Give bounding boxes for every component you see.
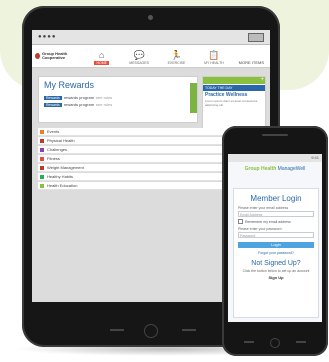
login-card: Member Login Please enter your email add… [233, 188, 319, 318]
nav-my-health[interactable]: 📋 MY HEALTH [195, 45, 232, 67]
logo-text: Group Health Cooperative [41, 50, 68, 60]
reward-text: rewards program [63, 102, 95, 107]
category-label: Physical Health [47, 138, 75, 143]
back-button-icon[interactable] [244, 341, 254, 343]
menu-button-icon[interactable] [296, 341, 306, 343]
plus-icon[interactable]: + [260, 77, 264, 84]
reward-link[interactable]: see rules [96, 95, 112, 100]
nav-home[interactable]: ⌂ HOME [83, 45, 120, 67]
login-button[interactable]: Login [238, 242, 314, 248]
nav-label: HOME [94, 61, 109, 65]
panel-header: + [203, 77, 265, 84]
category-swatch-icon [40, 174, 44, 179]
green-side-tab[interactable] [190, 83, 197, 113]
category-swatch-icon [40, 129, 44, 134]
category-label: Healthy Habits [47, 174, 74, 179]
panel-description: Lorem ipsum dolor sit amet consectetur a… [205, 99, 258, 107]
category-label: Weight Management [47, 165, 84, 170]
category-item[interactable]: Events [38, 128, 236, 136]
menu-button-icon[interactable] [182, 329, 196, 331]
category-item[interactable]: Fitness [38, 155, 236, 163]
reward-row[interactable]: Rewards rewards program see rules [44, 95, 112, 100]
nav-messages[interactable]: 💬 MESSAGES [120, 45, 157, 67]
reward-link[interactable]: see rules [96, 102, 112, 107]
logo-mark-icon [35, 53, 40, 59]
home-button[interactable] [270, 338, 280, 348]
category-swatch-icon [40, 138, 44, 143]
phone-status-bar: 9:41 [228, 154, 322, 162]
category-swatch-icon [40, 183, 44, 188]
logo-brand: Group Health [244, 166, 277, 172]
camera-dot [148, 15, 153, 20]
back-button-icon[interactable] [110, 329, 124, 331]
signup-button[interactable]: Sign Up [234, 275, 318, 280]
category-swatch-icon [40, 156, 44, 161]
nav-label: EXERCISE [167, 61, 186, 65]
phone-logo: Group Health ManageWell [228, 166, 322, 172]
category-item[interactable]: Weight Management [38, 164, 236, 172]
remember-checkbox[interactable]: Remember my email address [238, 219, 314, 224]
signup-note: Click the button below to set up an acco… [242, 269, 310, 273]
email-label: Please enter your email address [238, 206, 289, 210]
reward-row[interactable]: Rewards rewards program see rules [44, 102, 112, 107]
signal-dots: ●●●● [38, 34, 57, 40]
home-icon: ⌂ [98, 50, 105, 60]
phone-screen: 9:41 Group Health ManageWell Member Logi… [228, 154, 322, 322]
category-label: Events [47, 129, 60, 134]
rewards-panel: My Rewards Rewards rewards program see r… [38, 76, 198, 123]
email-field[interactable]: Email Address [238, 211, 314, 217]
reward-pill: Rewards [44, 95, 62, 100]
password-label: Please enter your password [238, 227, 282, 231]
logo-suffix: ManageWell [277, 166, 306, 172]
reward-pill: Rewards [44, 102, 62, 107]
checkbox-icon[interactable] [238, 219, 243, 224]
tablet-status-bar: ●●●● [32, 30, 270, 45]
password-field[interactable]: Password [238, 232, 314, 238]
remember-label: Remember my email address [245, 219, 291, 224]
nav-label: MORE ITEMS [238, 60, 264, 65]
category-item[interactable]: Challenges [38, 146, 236, 154]
reward-text: rewards program [63, 95, 95, 100]
not-signed-up-heading: Not Signed Up? [251, 260, 301, 267]
category-item[interactable]: Physical Health [38, 137, 236, 145]
tablet-nav-bar: Group Health Cooperative ⌂ HOME 💬 MESSAG… [32, 45, 270, 68]
category-swatch-icon [40, 147, 44, 152]
category-list: Events Physical Health Challenges Fitness We… [38, 128, 236, 191]
home-button[interactable] [144, 324, 158, 338]
forgot-password-link[interactable]: Forgot your password? [234, 251, 318, 255]
login-title: Member Login [250, 194, 302, 203]
rewards-title: My Rewards [44, 80, 95, 90]
nav-label: MESSAGES [129, 61, 149, 65]
category-item[interactable]: Healthy Habits [38, 173, 236, 181]
category-label: Fitness [47, 156, 60, 161]
category-label: Health Education [47, 183, 78, 188]
nav-exercise[interactable]: 🏃 EXERCISE [158, 45, 195, 67]
category-swatch-icon [40, 165, 44, 170]
category-label: Challenges [47, 147, 68, 152]
brand-logo[interactable]: Group Health Cooperative [32, 45, 83, 67]
phone-device: 9:41 Group Health ManageWell Member Logi… [222, 126, 328, 356]
nav-label: MY HEALTH [204, 61, 224, 65]
nav-more[interactable]: MORE ITEMS [233, 45, 270, 67]
phone-speaker [262, 134, 288, 136]
clipboard-icon: 📋 [208, 50, 220, 60]
category-item[interactable]: Health Education [38, 182, 236, 190]
panel-title: Practice Wellness [205, 92, 248, 98]
chat-icon: 💬 [133, 50, 145, 60]
runner-icon: 🏃 [170, 50, 183, 60]
battery-icon [248, 33, 264, 42]
